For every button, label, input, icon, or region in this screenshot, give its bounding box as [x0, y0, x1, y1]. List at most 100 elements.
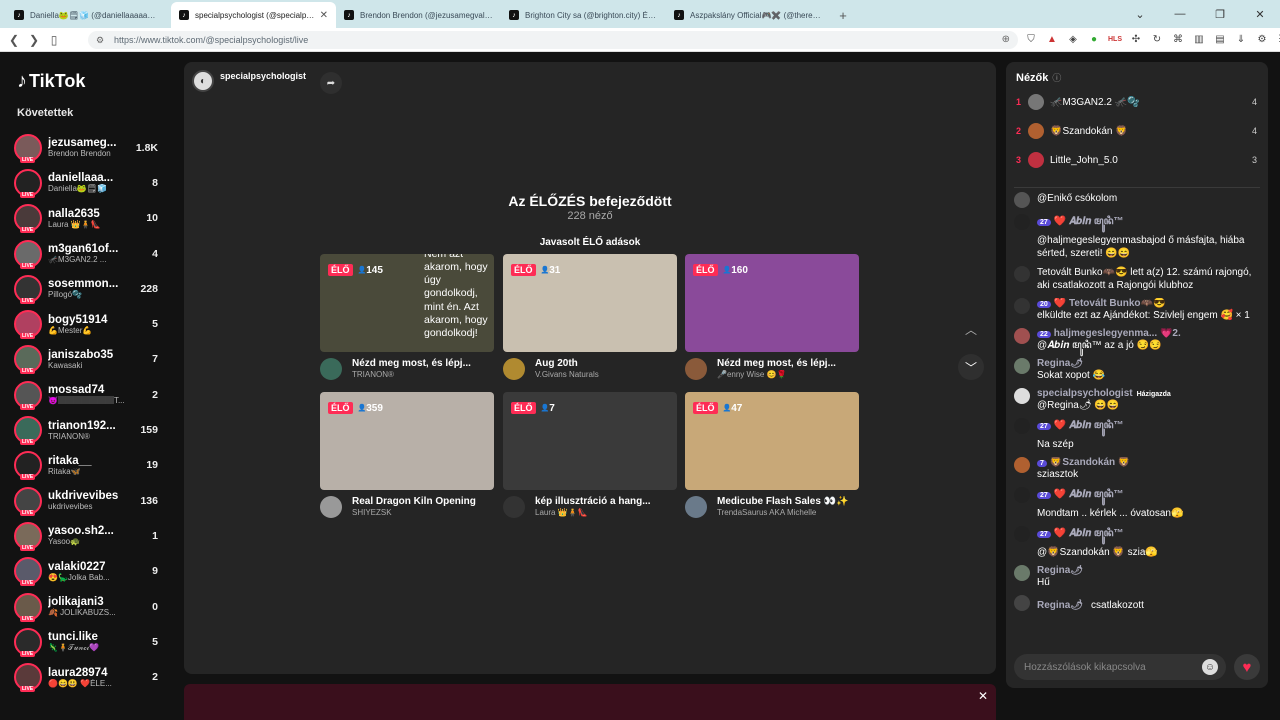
sync-icon[interactable]: ↻ [1150, 32, 1164, 46]
avatar[interactable]: LIVE [14, 416, 42, 446]
card-avatar[interactable] [320, 496, 342, 518]
avatar[interactable]: LIVE [14, 663, 42, 693]
following-item[interactable]: LIVE ukdrivevibes ukdrivevibes 136 [14, 483, 164, 518]
chat-avatar[interactable] [1014, 328, 1030, 344]
chat-avatar[interactable] [1014, 266, 1030, 282]
chat-username[interactable]: Regina🌶 [1037, 358, 1083, 369]
ranking-row[interactable]: 3 Little_John_5.0 3 [1016, 150, 1261, 170]
chat-avatar[interactable] [1014, 192, 1030, 208]
tiktok-logo[interactable]: ♪ TikTok [17, 70, 85, 93]
avatar[interactable]: LIVE [14, 239, 42, 269]
following-item[interactable]: LIVE valaki0227 😍🦕Jolka Bab... 9 [14, 554, 164, 589]
following-item[interactable]: LIVE trianon192... TRIANON® 159 [14, 412, 164, 447]
chat-username[interactable]: haljmegeslegyenma... 💗2. [1054, 328, 1181, 339]
chat-username[interactable]: ❤️ Tetovált Bunko🦇😎 [1054, 298, 1166, 309]
settings-icon[interactable]: ⚙ [1255, 32, 1269, 46]
avatar[interactable]: LIVE [14, 592, 42, 622]
chat-avatar[interactable] [1014, 418, 1030, 434]
avatar[interactable]: LIVE [14, 451, 42, 481]
live-thumbnail[interactable]: ÉLŐ 👤 31 [503, 254, 677, 352]
card-title[interactable]: Nézd meg most, és lépj... [352, 358, 492, 369]
chevron-up-icon[interactable]: ︿ [958, 316, 984, 342]
info-icon[interactable]: ⓘ [1052, 73, 1061, 83]
ranking-row[interactable]: 2 🦁Szandokán 🦁 4 [1016, 121, 1261, 141]
tab-search-icon[interactable]: ⌄ [1120, 0, 1160, 28]
following-item[interactable]: LIVE yasoo.sh2... Yasoo🐢 1 [14, 518, 164, 553]
sidebar-toggle-icon[interactable]: ▥ [1192, 32, 1206, 46]
card-title[interactable]: Aug 20th [535, 358, 675, 369]
suggested-live-card[interactable]: ÉLŐ 👤 47 Medicube Flash Sales 👀✨ TrendaSaur… [685, 392, 859, 518]
close-banner-icon[interactable]: ✕ [978, 689, 988, 703]
avatar[interactable]: LIVE [14, 557, 42, 587]
avatar[interactable]: LIVE [14, 486, 42, 516]
ranking-row[interactable]: 1 🦟M3GAN2.2 🦟🫧 4 [1016, 92, 1261, 112]
emoji-icon[interactable]: ☺ [1202, 659, 1218, 675]
chat-avatar[interactable] [1014, 358, 1030, 374]
suggested-live-card[interactable]: ÉLŐ 👤 7 kép illusztráció a hang... Laura 👑🧍… [503, 392, 677, 518]
suggested-live-card[interactable]: ÉLŐ 👤 31 Aug 20th V.Givans Naturals [503, 254, 677, 380]
following-item[interactable]: LIVE sosemmon... Pillogó🫧 228 [14, 271, 164, 306]
card-avatar[interactable] [320, 358, 342, 380]
avatar[interactable]: LIVE [14, 168, 42, 198]
browser-tab[interactable]: ♪ Aszpakslány Official🎮✖️ (@theresi… [666, 2, 831, 28]
following-item[interactable]: LIVE jolikajani3 🍂 JOLIKABUZS... 0 [14, 589, 164, 624]
browser-tab[interactable]: ♪ Daniella🐸🗒🧊 (@daniellaaaaa… [6, 2, 171, 28]
live-thumbnail[interactable]: ÉLŐ 👤 359 [320, 392, 494, 490]
following-item[interactable]: LIVE nalla2635 Laura 👑🧍👠 10 [14, 201, 164, 236]
close-tab-icon[interactable]: ✕ [320, 10, 328, 21]
chat-username[interactable]: ❤️ 𝑨𝒃𝒊𝒏 ꦩꦸꦤꦶ™ [1054, 489, 1124, 500]
following-item[interactable]: LIVE ritaka__ Ritaka🦋 19 [14, 448, 164, 483]
chat-avatar[interactable] [1014, 565, 1030, 581]
avatar[interactable]: LIVE [14, 627, 42, 657]
following-item[interactable]: LIVE janiszabo35 Kawasaki 7 [14, 342, 164, 377]
chat-username[interactable]: Regina🌶 [1037, 565, 1083, 576]
avatar[interactable]: LIVE [14, 521, 42, 551]
tag-icon[interactable]: ⌘ [1171, 32, 1185, 46]
browser-tab[interactable]: ♪ Brighton City sa (@brighton.city) ÉLŐ [501, 2, 666, 28]
live-thumbnail[interactable]: ÉLŐ 👤 47 [685, 392, 859, 490]
card-title[interactable]: kép illusztráció a hang... [535, 496, 675, 507]
card-title[interactable]: Medicube Flash Sales 👀✨ [717, 496, 857, 507]
avatar[interactable]: LIVE [14, 345, 42, 375]
comment-input[interactable]: Hozzászólások kikapcsolva [1014, 654, 1226, 680]
chat-username[interactable]: 🦁Szandokán 🦁 [1050, 457, 1130, 468]
avatar[interactable]: LIVE [14, 380, 42, 410]
forward-icon[interactable]: ❯ [24, 33, 44, 47]
card-avatar[interactable] [685, 496, 707, 518]
menu-icon[interactable]: ☰ [1276, 32, 1280, 46]
chat-avatar[interactable] [1014, 487, 1030, 503]
browser-tab[interactable]: ♪ specialpsychologist (@specialps… ✕ [171, 2, 336, 28]
warning-icon[interactable]: ▲ [1045, 32, 1059, 46]
chat-avatar[interactable] [1014, 457, 1030, 473]
minimize-icon[interactable]: — [1160, 0, 1200, 28]
following-item[interactable]: LIVE mossad74 😈🏽🏽🏽🏽🏽🏽🏽T... 2 [14, 377, 164, 412]
chat-avatar[interactable] [1014, 214, 1030, 230]
url-field[interactable]: ⚙ https://www.tiktok.com/@specialpsychol… [88, 31, 1018, 49]
chevron-down-icon[interactable]: ﹀ [958, 354, 984, 380]
suggested-live-card[interactable]: ÉLŐ 👤 359 Real Dragon Kiln Opening SHIYEZSK [320, 392, 494, 518]
following-item[interactable]: LIVE bogy51914 💪Mester💪 5 [14, 306, 164, 341]
following-item[interactable]: LIVE m3gan61of... 🦟M3GAN2.2 ... 4 [14, 236, 164, 271]
zoom-icon[interactable]: ⊕ [1002, 34, 1010, 45]
card-avatar[interactable] [685, 358, 707, 380]
following-item[interactable]: LIVE jezusameg... Brendon Brendon 1.8K [14, 130, 164, 165]
following-item[interactable]: LIVE tunci.like 🦎🧍𝒯𝓊𝓃𝒸𝒾💜 5 [14, 624, 164, 659]
restore-icon[interactable]: ❐ [1200, 0, 1240, 28]
chat-avatar[interactable] [1014, 298, 1030, 314]
chat-avatar[interactable] [1014, 526, 1030, 542]
bookmark-icon[interactable]: ▯ [44, 33, 64, 47]
wallet-icon[interactable]: ▤ [1213, 32, 1227, 46]
download-icon[interactable]: ⇓ [1234, 32, 1248, 46]
chat-avatar[interactable] [1014, 388, 1030, 404]
site-info-icon[interactable]: ⚙ [96, 35, 104, 46]
avatar[interactable]: LIVE [14, 274, 42, 304]
suggested-live-card[interactable]: ÉLŐ 👤 160 Nézd meg most, és lépj... 🎤enny W… [685, 254, 859, 380]
back-icon[interactable]: ❮ [4, 33, 24, 47]
vpn-icon[interactable]: ◈ [1066, 32, 1080, 46]
following-item[interactable]: LIVE laura28974 🔴😄😃 ❤️ÉLE... 2 [14, 659, 164, 694]
close-window-icon[interactable]: ✕ [1240, 0, 1280, 28]
card-avatar[interactable] [503, 496, 525, 518]
chat-avatar[interactable] [1014, 595, 1030, 611]
card-title[interactable]: Real Dragon Kiln Opening [352, 496, 492, 507]
suggested-live-card[interactable]: ÉLŐ 👤 145 Nem azt akarom, hogy úgy gondolk… [320, 254, 494, 380]
